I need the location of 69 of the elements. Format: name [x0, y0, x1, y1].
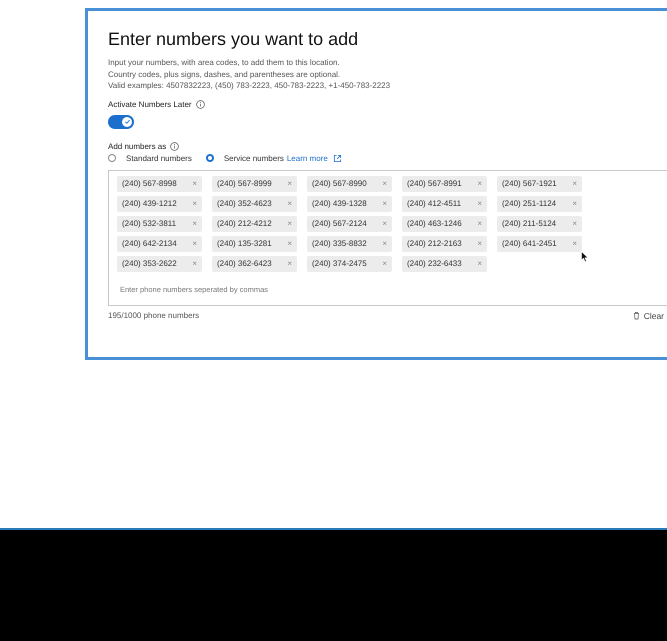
remove-button[interactable]: ×	[192, 239, 197, 248]
phone-number-field[interactable]	[108, 170, 667, 306]
phone-number: (240) 532-3811	[122, 219, 176, 228]
remove-button[interactable]: ×	[287, 219, 292, 228]
remove-button[interactable]: ×	[382, 199, 387, 208]
remove-button[interactable]: ×	[477, 199, 482, 208]
remove-button[interactable]: ×	[572, 179, 577, 188]
mouse-pointer-icon	[581, 250, 589, 262]
external-link-icon[interactable]	[332, 154, 342, 162]
toggle-switch[interactable]	[108, 114, 134, 128]
phone-number: (240) 335-8832	[312, 239, 367, 248]
remove-button[interactable]: ×	[192, 259, 197, 268]
phone-number: (240) 567-8999	[217, 179, 272, 188]
remove-button[interactable]: ×	[287, 239, 292, 248]
field-label: Add numbers as	[108, 142, 166, 150]
instruction-text: Country codes, plus signs, dashes, and parentheses are optional.	[108, 68, 342, 80]
phone-number: (240) 362-6423	[217, 259, 272, 268]
phone-number: (240) 212-4212	[217, 219, 272, 228]
remove-button[interactable]: ×	[287, 179, 292, 188]
phone-number: (240) 567-8991	[407, 179, 462, 188]
remove-button[interactable]: ×	[572, 219, 577, 228]
phone-number: (240) 567-2124	[312, 219, 367, 228]
learn-more-link[interactable]: Learn more	[286, 154, 328, 162]
remove-button[interactable]: ×	[572, 239, 577, 248]
phone-number: (240) 642-2134	[122, 239, 177, 248]
phone-number: (240) 439-1212	[122, 199, 177, 208]
phone-number: (240) 251-1124	[502, 199, 556, 208]
remove-button[interactable]: ×	[382, 259, 387, 268]
phone-number: (240) 352-4623	[217, 199, 272, 208]
radio-button[interactable]	[108, 154, 116, 162]
remove-button[interactable]: ×	[192, 179, 197, 188]
phone-number: (240) 463-1246	[407, 219, 462, 228]
remove-button[interactable]: ×	[382, 179, 387, 188]
radio-label[interactable]: Service numbers	[224, 154, 284, 162]
remove-button[interactable]: ×	[477, 219, 482, 228]
radio-button[interactable]	[206, 154, 214, 162]
trash-icon	[632, 311, 640, 320]
info-icon[interactable]	[170, 142, 180, 150]
phone-number: (240) 353-2622	[122, 259, 177, 268]
dialog-title: Enter numbers you want to add	[108, 29, 360, 50]
remove-button[interactable]: ×	[192, 199, 197, 208]
field-label: Activate Numbers Later	[108, 100, 192, 108]
phone-number: (240) 412-4511	[407, 199, 462, 208]
phone-number: (240) 212-2163	[407, 239, 462, 248]
radio-label[interactable]: Standard numbers	[126, 154, 192, 162]
check-icon	[124, 118, 130, 125]
remove-button[interactable]: ×	[382, 239, 387, 248]
remove-button[interactable]: ×	[287, 259, 292, 268]
info-icon[interactable]	[196, 100, 205, 108]
phone-number: (240) 567-8990	[312, 179, 367, 188]
remove-button[interactable]: ×	[477, 259, 482, 268]
phone-number: (240) 567-8998	[122, 179, 177, 188]
remove-button[interactable]: ×	[192, 219, 197, 228]
instruction-text: Valid examples: 4507832223, (450) 783-2223, 450-783-2223, +1-450-783-2223	[108, 80, 392, 92]
remove-button[interactable]: ×	[477, 179, 482, 188]
clear-button[interactable]: Clear	[632, 310, 664, 320]
remove-button[interactable]: ×	[477, 239, 482, 248]
remove-button[interactable]: ×	[572, 199, 577, 208]
number-count: 195/1000 phone numbers	[108, 310, 200, 320]
phone-number: (240) 232-6433	[407, 259, 462, 268]
phone-number: (240) 374-2475	[312, 259, 367, 268]
remove-button[interactable]: ×	[287, 199, 292, 208]
phone-number: (240) 439-1328	[312, 199, 367, 208]
phone-number: (240) 641-2451	[502, 239, 557, 248]
remove-button[interactable]: ×	[382, 219, 387, 228]
instruction-text: Input your numbers, with area codes, to add them to this location.	[108, 57, 341, 68]
phone-number: (240) 135-3281	[217, 239, 272, 248]
phone-number: (240) 211-5124	[502, 219, 556, 228]
phone-number: (240) 567-1921	[502, 179, 557, 188]
